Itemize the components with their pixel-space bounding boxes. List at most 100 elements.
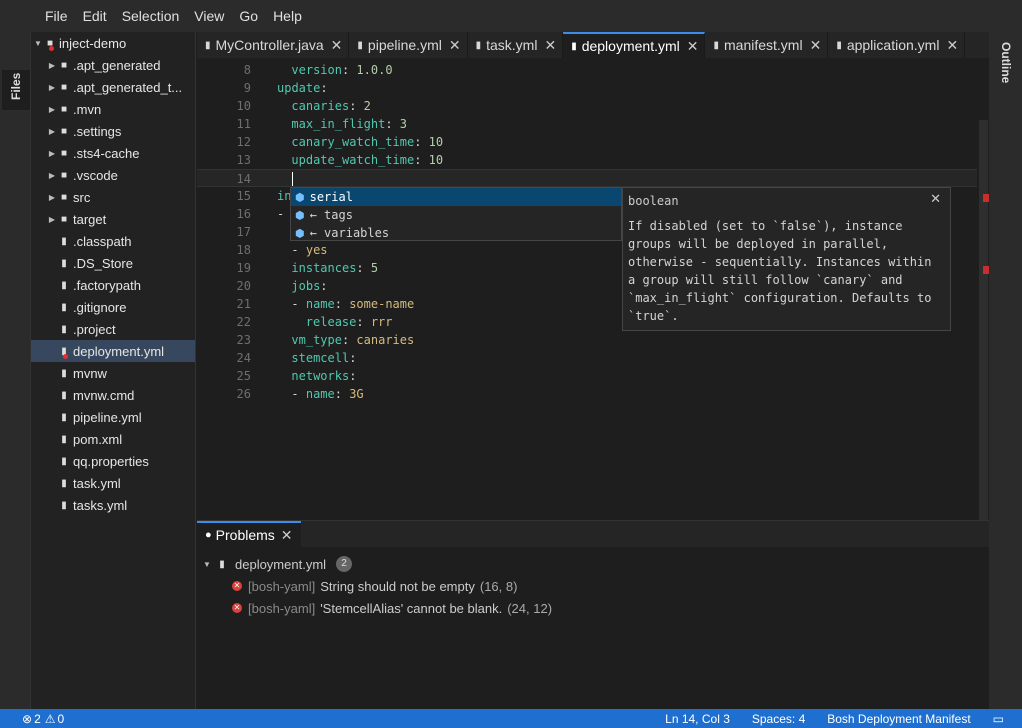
tree-item[interactable]: ▶ ■ .mvn <box>31 98 195 120</box>
tree-item[interactable]: ▮ .classpath <box>31 230 195 252</box>
line-number: 11 <box>236 117 251 131</box>
code-text: update_watch_time: 10 <box>291 153 444 167</box>
code-line[interactable]: 8 version: 1.0.0 <box>197 61 977 79</box>
problems-summary[interactable]: ⊗ 2 ⚠ 0 <box>0 712 64 726</box>
code-line[interactable]: 25 networks: <box>197 367 977 385</box>
close-icon[interactable]: ✕ <box>687 38 699 55</box>
code-line[interactable]: 11 max_in_flight: 3 <box>197 115 977 133</box>
close-icon[interactable]: ✕ <box>930 191 941 207</box>
code-line[interactable]: 10 canaries: 2 <box>197 97 977 115</box>
menu-view[interactable]: View <box>194 8 224 24</box>
menu-file[interactable]: File <box>45 8 68 24</box>
tree-item[interactable]: ▮ .gitignore <box>31 296 195 318</box>
chevron-right-icon[interactable]: ▶ <box>47 149 57 158</box>
tree-root[interactable]: ▼ ■ inject-demo <box>31 32 195 54</box>
tab-manifest[interactable]: ▮ manifest.yml ✕ <box>705 32 829 58</box>
line-number: 9 <box>243 81 251 95</box>
status-bar: ⊗ 2 ⚠ 0 Ln 14, Col 3 Spaces: 4 Bosh Depl… <box>0 709 1022 728</box>
editor-scrollbar[interactable] <box>979 120 988 520</box>
chevron-right-icon[interactable]: ▶ <box>47 171 57 180</box>
tree-item[interactable]: ▶ ■ .sts4-cache <box>31 142 195 164</box>
tree-item-label: .apt_generated_t... <box>73 79 183 95</box>
suggest-item-serial[interactable]: ⬢ serial <box>291 188 621 206</box>
outline-panel-tab[interactable]: Outline <box>999 42 1013 83</box>
tree-item-label: .factorypath <box>73 277 141 293</box>
close-icon[interactable]: ✕ <box>544 37 556 54</box>
close-icon[interactable]: ✕ <box>331 37 343 54</box>
code-line[interactable]: 12 canary_watch_time: 10 <box>197 133 977 151</box>
tree-item[interactable]: ▮ mvnw.cmd <box>31 384 195 406</box>
code-line[interactable]: 9 update: <box>197 79 977 97</box>
indentation[interactable]: Spaces: 4 <box>752 712 805 726</box>
tree-item[interactable]: ▶ ■ .settings <box>31 120 195 142</box>
code-line[interactable]: 14 <box>197 169 977 187</box>
chevron-down-icon[interactable]: ▼ <box>202 560 212 569</box>
line-number: 17 <box>236 225 251 239</box>
property-icon: ⬢ <box>295 209 305 222</box>
chevron-right-icon[interactable]: ▶ <box>47 83 57 92</box>
tab-application[interactable]: ▮ application.yml ✕ <box>828 32 966 58</box>
tree-item[interactable]: ▮ pom.xml <box>31 428 195 450</box>
line-number: 14 <box>236 172 251 186</box>
tree-item[interactable]: ▶ ■ .apt_generated_t... <box>31 76 195 98</box>
close-icon[interactable]: ✕ <box>810 37 822 54</box>
problems-file-row[interactable]: ▼ ▮ deployment.yml 2 <box>197 553 989 575</box>
tree-item[interactable]: ▮ qq.properties <box>31 450 195 472</box>
close-icon[interactable]: ✕ <box>946 37 958 54</box>
tree-item[interactable]: ▶ ■ src <box>31 186 195 208</box>
tree-item[interactable]: ▮ .project <box>31 318 195 340</box>
line-number: 24 <box>236 351 251 365</box>
tree-item[interactable]: ▶ ■ target <box>31 208 195 230</box>
code-line[interactable]: 23 vm_type: canaries <box>197 331 977 349</box>
suggest-item-tags[interactable]: ⬢ ← tags <box>291 206 621 224</box>
line-number: 26 <box>236 387 251 401</box>
line-number: 18 <box>236 243 251 257</box>
tree-item[interactable]: ▮ .DS_Store <box>31 252 195 274</box>
code-line[interactable]: 26 - name: 3G <box>197 385 977 403</box>
tree-item-label: target <box>73 211 107 227</box>
menu-edit[interactable]: Edit <box>83 8 107 24</box>
chevron-right-icon[interactable]: ▶ <box>47 127 57 136</box>
chevron-down-icon[interactable]: ▼ <box>33 39 43 48</box>
language-mode[interactable]: Bosh Deployment Manifest <box>827 712 970 726</box>
tab-task[interactable]: ▮ task.yml ✕ <box>468 32 564 58</box>
tree-item[interactable]: ▶ ■ .apt_generated <box>31 54 195 76</box>
tree-item[interactable]: ▮ .factorypath <box>31 274 195 296</box>
problem-row[interactable]: ✕ [bosh-yaml] String should not be empty… <box>197 575 989 597</box>
chevron-right-icon[interactable]: ▶ <box>47 215 57 224</box>
close-icon[interactable]: ✕ <box>449 37 461 54</box>
folder-icon: ■ <box>60 147 68 159</box>
code-line[interactable]: 24 stemcell: <box>197 349 977 367</box>
tree-item[interactable]: ▮ deployment.yml <box>31 340 195 362</box>
tree-item-label: .mvn <box>73 101 102 117</box>
tree-item[interactable]: ▮ pipeline.yml <box>31 406 195 428</box>
code-line[interactable]: 13 update_watch_time: 10 <box>197 151 977 169</box>
code-text: - yes <box>291 243 328 257</box>
chevron-right-icon[interactable]: ▶ <box>47 61 57 70</box>
tree-item[interactable]: ▮ mvnw <box>31 362 195 384</box>
tree-item[interactable]: ▮ task.yml <box>31 472 195 494</box>
chevron-right-icon[interactable]: ▶ <box>47 193 57 202</box>
tree-item[interactable]: ▮ tasks.yml <box>31 494 195 516</box>
tab-mycontroller[interactable]: ▮ MyController.java ✕ <box>197 32 350 58</box>
tree-item[interactable]: ▶ ■ .vscode <box>31 164 195 186</box>
folder-icon: ■ <box>46 37 54 51</box>
tab-problems[interactable]: ● Problems ✕ <box>197 521 301 547</box>
close-icon[interactable]: ✕ <box>281 527 293 544</box>
tab-pipeline[interactable]: ▮ pipeline.yml ✕ <box>349 32 468 58</box>
tab-deployment[interactable]: ▮ deployment.yml ✕ <box>563 32 706 58</box>
line-number: 22 <box>236 315 251 329</box>
file-icon: ▮ <box>61 345 68 359</box>
problem-row[interactable]: ✕ [bosh-yaml] 'StemcellAlias' cannot be … <box>197 597 989 619</box>
menu-go[interactable]: Go <box>239 8 258 24</box>
files-panel-tab[interactable]: Files <box>2 70 30 110</box>
menu-help[interactable]: Help <box>273 8 302 24</box>
chevron-right-icon[interactable]: ▶ <box>47 105 57 114</box>
detail-doc: If disabled (set to `false`), instance g… <box>628 219 939 323</box>
line-number: 15 <box>236 189 251 203</box>
suggest-item-variables[interactable]: ⬢ ← variables <box>291 224 621 242</box>
feedback-icon[interactable]: ▭ <box>993 712 1004 726</box>
line-number: 8 <box>243 63 251 77</box>
cursor-position[interactable]: Ln 14, Col 3 <box>665 712 730 726</box>
menu-selection[interactable]: Selection <box>122 8 180 24</box>
